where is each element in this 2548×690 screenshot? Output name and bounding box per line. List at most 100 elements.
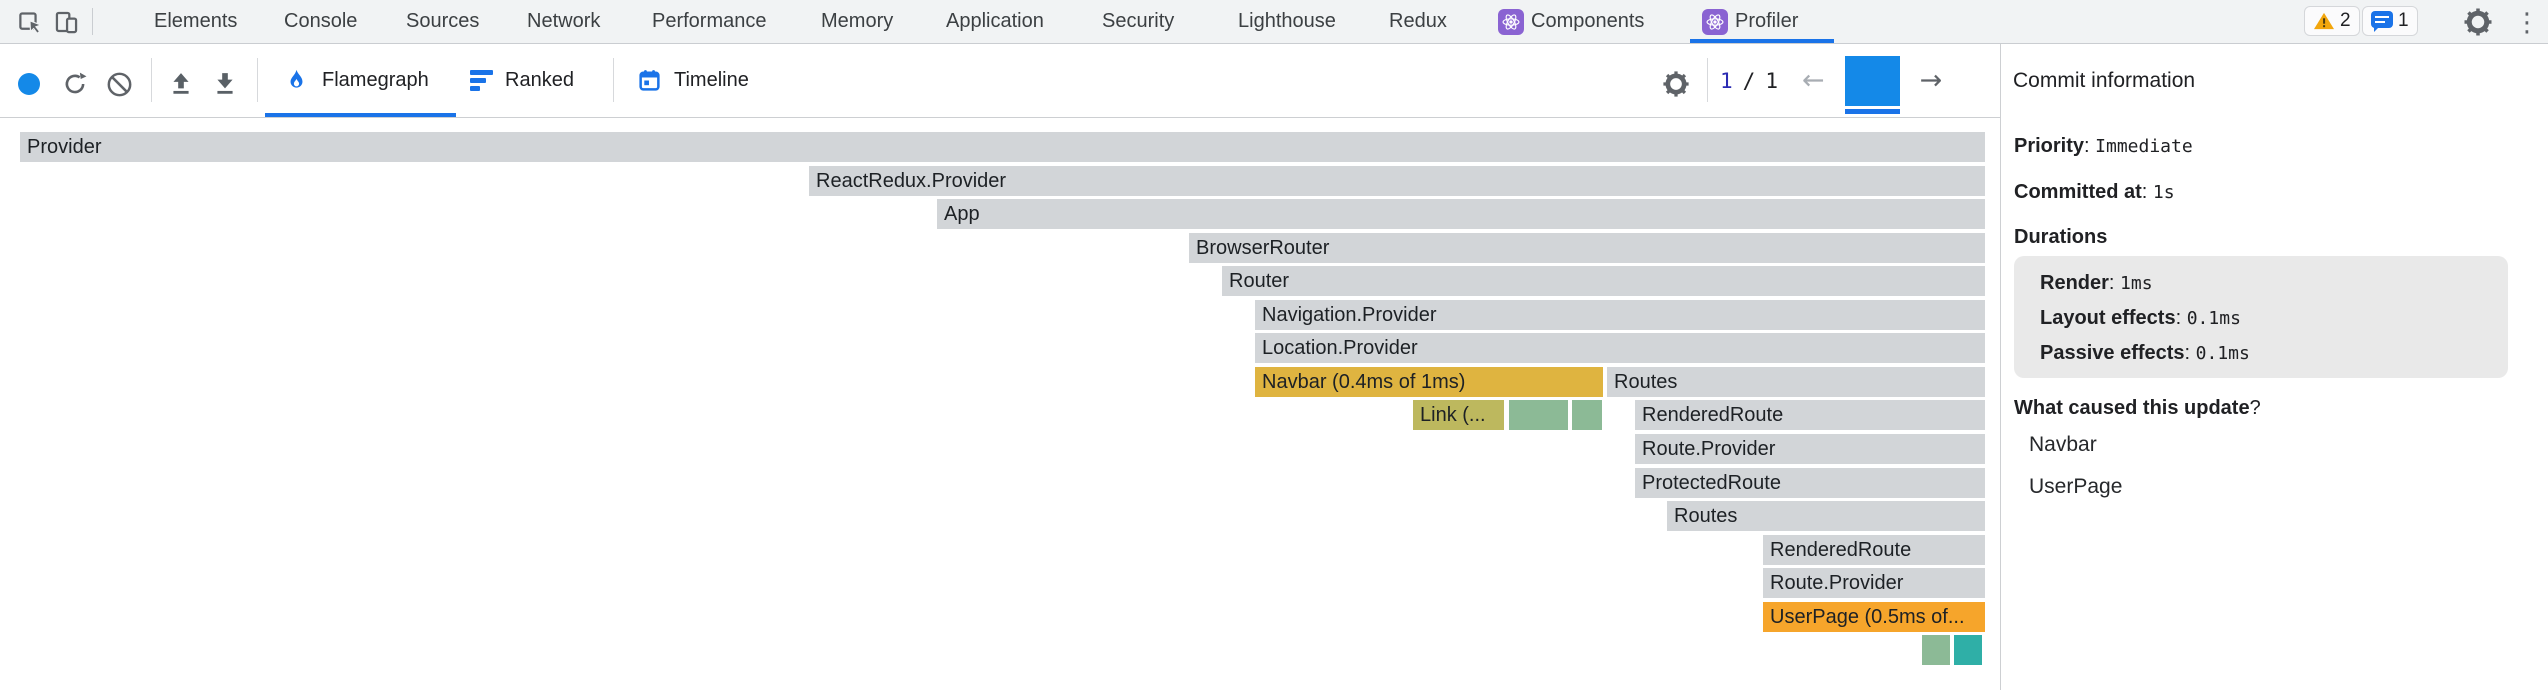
issues-badge[interactable]: 1 [2362,6,2418,36]
tab-label: Lighthouse [1238,10,1336,33]
caused-item-navbar[interactable]: Navbar [2029,433,2097,457]
commit-separator: / [1743,69,1756,93]
flame-bar-navigation.provider[interactable]: Navigation.Provider [1255,300,1985,330]
issue-count: 1 [2398,10,2409,32]
block-icon [106,71,133,98]
tab-lighthouse[interactable]: Lighthouse [1238,0,1336,43]
message-icon [2371,11,2393,31]
flame-bar-link[interactable]: Link (... [1413,400,1504,430]
tab-label: Elements [154,10,237,33]
devtools-settings-gear-icon[interactable] [2460,4,2496,40]
priority-value: Immediate [2095,136,2193,157]
flame-bar-renderedroute[interactable]: RenderedRoute [1635,400,1985,430]
caused-item-userpage[interactable]: UserPage [2029,475,2122,499]
tab-security[interactable]: Security [1102,0,1174,43]
tab-memory[interactable]: Memory [821,0,893,43]
active-tab-indicator [1690,39,1834,43]
committed-at-row: Committed at: 1s [2014,181,2175,204]
upload-icon [168,71,194,97]
panel-title: Commit information [2013,44,2195,117]
tab-application[interactable]: Application [946,0,1044,43]
commit-navigator: 1 / 1 ← → [1720,44,1952,117]
what-caused-header: What caused this update? [2014,397,2261,420]
toolbar-divider [257,58,258,102]
view-tab-flamegraph[interactable]: Flamegraph [283,44,429,117]
reload-and-profile-button[interactable] [53,62,97,106]
tab-performance[interactable]: Performance [652,0,767,43]
clear-profiling-data-button[interactable] [97,62,141,106]
tab-elements[interactable]: Elements [154,0,237,43]
reload-icon [62,71,88,97]
flame-bar-route.provider[interactable]: Route.Provider [1635,434,1985,464]
view-tab-label: Flamegraph [322,69,429,92]
tab-profiler[interactable]: Profiler [1702,0,1798,43]
flame-bar-router[interactable]: Router [1222,266,1985,296]
view-tab-ranked[interactable]: Ranked [470,44,574,117]
devtools-menu-kebab-icon[interactable]: ⋮ [2512,4,2542,40]
priority-row: Priority: Immediate [2014,135,2193,158]
inspect-element-icon[interactable] [16,8,44,36]
tabbar-divider [92,8,93,35]
record-button[interactable] [7,62,51,106]
durations-header: Durations [2014,226,2107,249]
priority-label: Priority [2014,135,2084,157]
flame-icon [283,67,310,94]
device-toolbar-icon[interactable] [52,8,80,36]
tab-components[interactable]: Components [1498,0,1644,43]
flame-bar-routes[interactable]: Routes [1667,501,1985,531]
devtools-tab-bar: Elements Console Sources Network Performance… [0,0,2548,44]
warnings-badge[interactable]: 2 [2304,6,2360,36]
warning-count: 2 [2340,10,2351,32]
warning-triangle-icon [2313,11,2335,31]
flame-bar-routes[interactable]: Routes [1607,367,1985,397]
flame-bar-renderedroute[interactable]: RenderedRoute [1763,535,1985,565]
committed-at-label: Committed at [2014,181,2142,203]
flame-bar[interactable] [1509,400,1568,430]
tab-label: Profiler [1735,10,1798,33]
flame-bar[interactable] [1954,635,1982,665]
duration-row-passive-effects: Passive effects: 0.1ms [2040,342,2250,365]
flame-bar-app[interactable]: App [937,199,1985,229]
flame-bar-userpage[interactable]: UserPage (0.5ms of... [1763,602,1985,632]
profiler-settings-gear-icon[interactable] [1654,62,1698,106]
toolbar-divider [613,58,614,102]
tab-network[interactable]: Network [527,0,600,43]
flame-bar-route.provider[interactable]: Route.Provider [1763,568,1985,598]
tab-label: Security [1102,10,1174,33]
commit-index-input[interactable]: 1 [1720,69,1733,93]
committed-at-value: 1s [2153,182,2175,203]
tab-label: Redux [1389,10,1447,33]
flamegraph-chart: Provider ReactRedux.ProviderApp BrowserRou… [0,118,2000,690]
flame-bar[interactable] [1572,400,1602,430]
toolbar-divider [1707,58,1708,102]
devtools-window: { "devtools_tabs": { "items": [ {"label"… [0,0,2548,690]
flame-bar[interactable] [1922,635,1950,665]
save-profile-button[interactable] [203,62,247,106]
record-icon [17,72,41,96]
load-profile-button[interactable] [159,62,203,106]
tab-label: Application [946,10,1044,33]
tab-label: Components [1531,10,1644,33]
duration-row-render: Render: 1ms [2040,272,2153,295]
react-atom-icon [1702,9,1728,35]
flame-bar-reactredux.provider[interactable]: ReactRedux.Provider [809,166,1985,196]
flame-bar-protectedroute[interactable]: ProtectedRoute [1635,468,1985,498]
tab-label: Network [527,10,600,33]
commit-information-panel: Commit information Priority: Immediate C… [2001,44,2548,690]
flame-bar-browserrouter[interactable]: BrowserRouter [1189,233,1985,263]
view-tab-label: Timeline [674,69,749,92]
react-atom-icon [1498,9,1524,35]
flame-bar-provider[interactable]: Provider [20,132,1985,162]
flame-bar-location.provider[interactable]: Location.Provider [1255,333,1985,363]
tab-sources[interactable]: Sources [406,0,479,43]
tab-label: Memory [821,10,893,33]
view-tab-timeline[interactable]: Timeline [637,44,749,117]
tab-console[interactable]: Console [284,0,357,43]
next-commit-arrow-icon[interactable]: → [1910,65,1953,96]
flame-bar-navbar[interactable]: Navbar (0.4ms of 1ms) [1255,367,1603,397]
commit-selector-bar[interactable] [1845,56,1900,106]
previous-commit-arrow-icon[interactable]: ← [1792,65,1835,96]
tab-label: Sources [406,10,479,33]
tab-label: Performance [652,10,767,33]
tab-redux[interactable]: Redux [1389,0,1447,43]
